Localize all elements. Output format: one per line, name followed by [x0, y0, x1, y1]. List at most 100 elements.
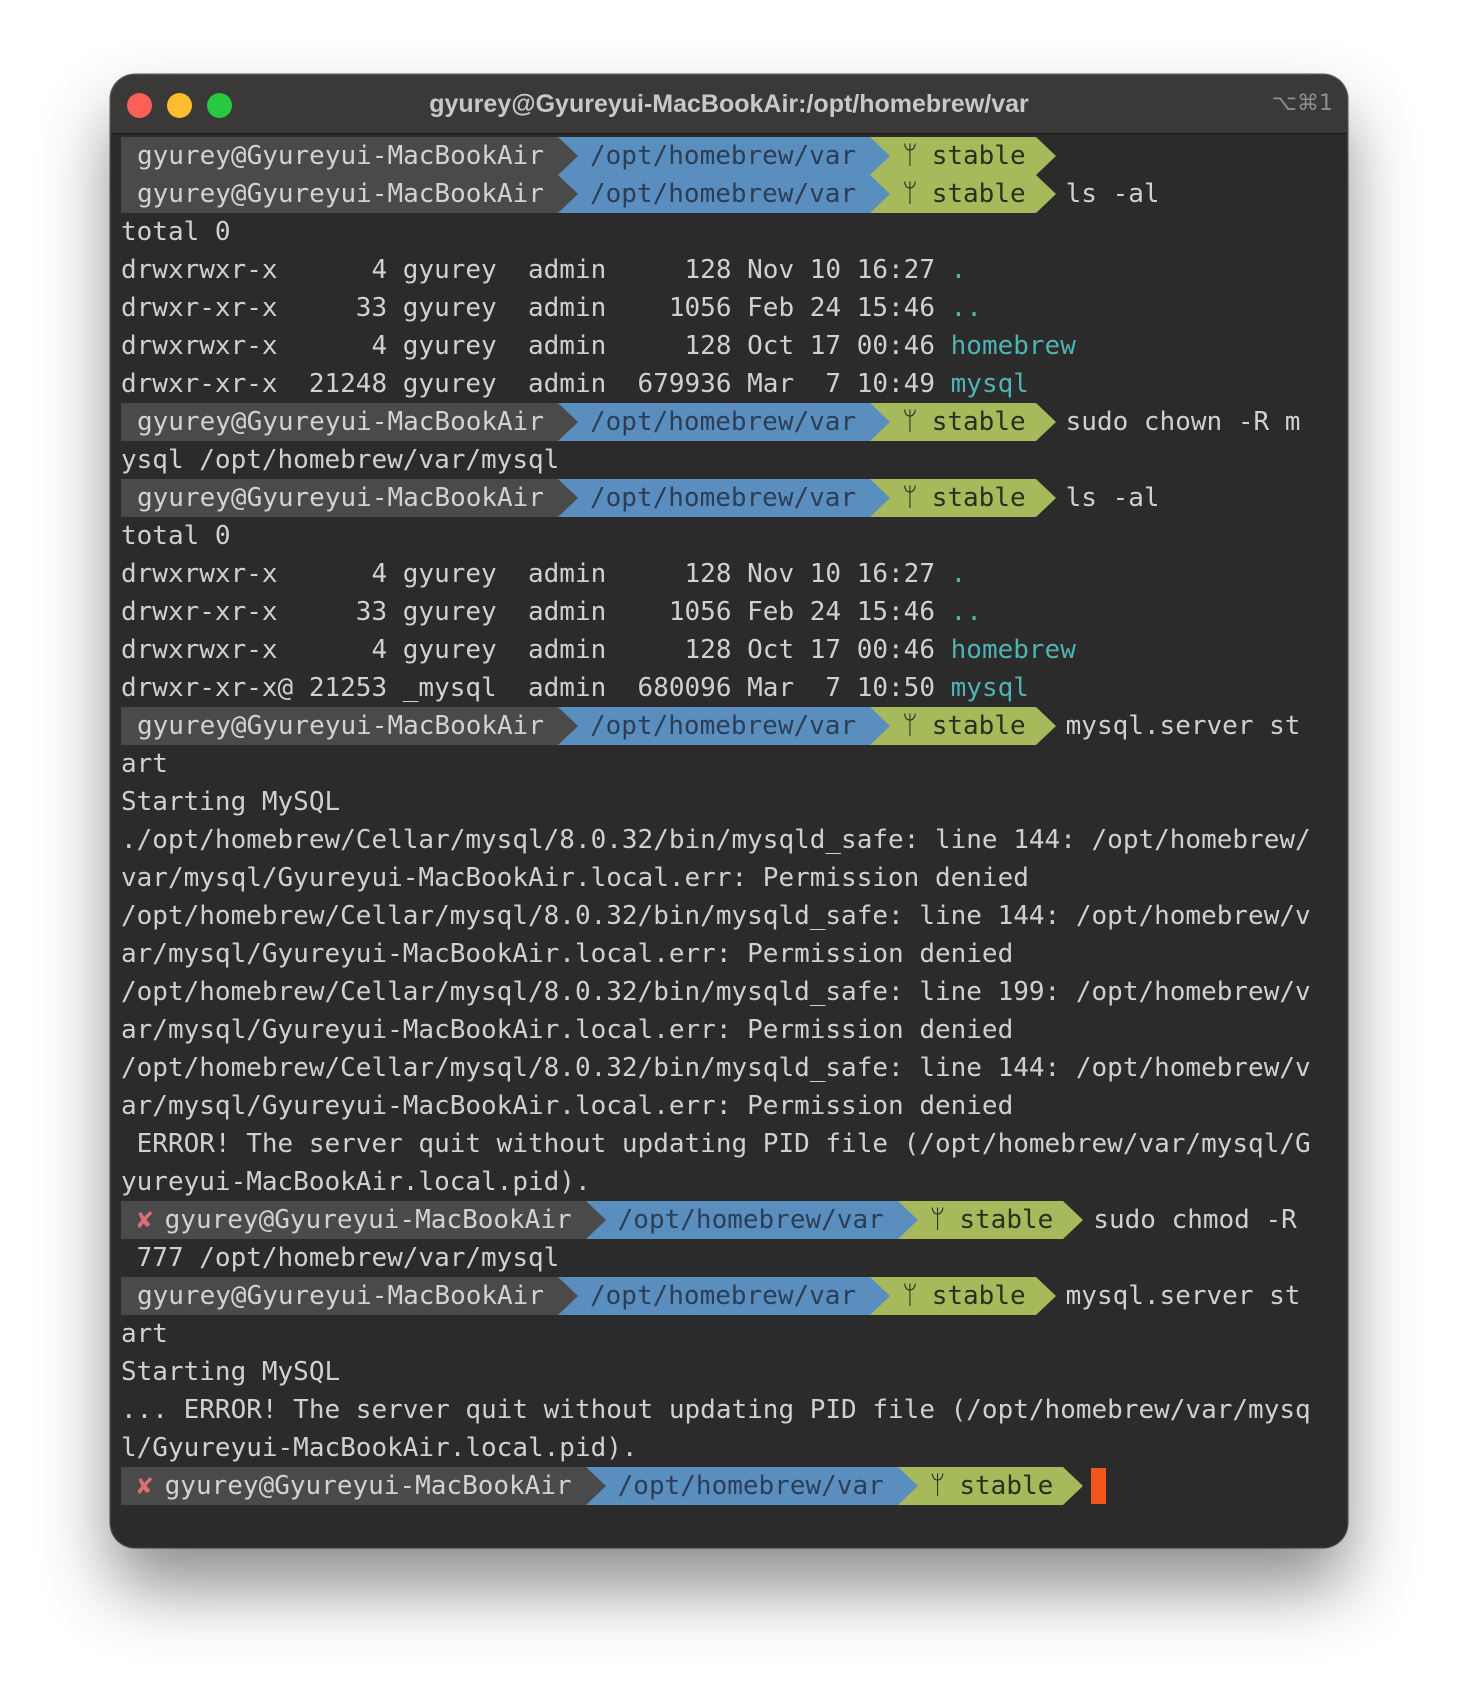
segment-separator: [870, 707, 891, 745]
git-branch-icon: ᛘ: [902, 711, 918, 741]
ls-entry-name: homebrew: [950, 331, 1076, 361]
output-line: drwxr-xr-x 33 gyurey admin 1056 Feb 24 1…: [121, 593, 1341, 631]
prompt-path-segment: /opt/homebrew/var: [585, 1201, 918, 1239]
prompt-path-segment: /opt/homebrew/var: [558, 479, 891, 517]
output-line: art: [121, 1315, 1341, 1353]
terminal-output[interactable]: gyurey@Gyureyui-MacBookAir/opt/homebrew/…: [121, 137, 1341, 1505]
prompt-user: gyurey@Gyureyui-MacBookAir: [137, 1281, 544, 1311]
segment-separator: [585, 1201, 606, 1239]
prompt-user: gyurey@Gyureyui-MacBookAir: [164, 1471, 572, 1501]
segment-separator: [1035, 1277, 1056, 1315]
prompt-path-segment: /opt/homebrew/var: [558, 1277, 891, 1315]
prompt-branch-segment: ᛘ stable: [870, 479, 1056, 517]
title-bar[interactable]: gyurey@Gyureyui-MacBookAir:/opt/homebrew…: [111, 75, 1347, 134]
prompt-path-segment: /opt/homebrew/var: [558, 707, 891, 745]
output-line: Starting MySQL: [121, 1353, 1341, 1391]
prompt-user: gyurey@Gyureyui-MacBookAir: [137, 179, 544, 209]
command-text: mysql.server st: [1065, 1281, 1301, 1311]
output-text: l/Gyureyui-MacBookAir.local.pid).: [121, 1433, 638, 1463]
ls-entry-meta: drwxrwxr-x 4 gyurey admin 128 Nov 10 16:…: [121, 559, 951, 589]
output-text: art: [121, 749, 168, 779]
output-text: var/mysql/Gyureyui-MacBookAir.local.err:…: [121, 863, 1029, 893]
prompt-user-segment: ✘ gyurey@Gyureyui-MacBookAir: [121, 1467, 606, 1505]
output-line: drwxrwxr-x 4 gyurey admin 128 Nov 10 16:…: [121, 251, 1341, 289]
ls-entry-meta: drwxr-xr-x 21248 gyurey admin 679936 Mar…: [121, 369, 951, 399]
prompt-branch: stable: [931, 711, 1026, 741]
git-branch-icon: ᛘ: [902, 179, 918, 209]
prompt-user: gyurey@Gyureyui-MacBookAir: [137, 141, 544, 171]
ls-entry-meta: drwxr-xr-x 33 gyurey admin 1056 Feb 24 1…: [121, 597, 951, 627]
prompt-user: gyurey@Gyureyui-MacBookAir: [137, 407, 544, 437]
prompt-branch: stable: [931, 179, 1026, 209]
segment-separator: [870, 137, 891, 175]
output-line: ar/mysql/Gyureyui-MacBookAir.local.err: …: [121, 1011, 1341, 1049]
ls-entry-name: ..: [950, 597, 982, 627]
output-line: drwxrwxr-x 4 gyurey admin 128 Nov 10 16:…: [121, 555, 1341, 593]
prompt-path: /opt/homebrew/var: [590, 1281, 857, 1311]
output-line: ar/mysql/Gyureyui-MacBookAir.local.err: …: [121, 935, 1341, 973]
prompt-path: /opt/homebrew/var: [590, 407, 857, 437]
output-line: yureyui-MacBookAir.local.pid).: [121, 1163, 1341, 1201]
prompt-branch-segment: ᛘ stable: [870, 175, 1056, 213]
output-line: drwxr-xr-x@ 21253 _mysql admin 680096 Ma…: [121, 669, 1341, 707]
prompt-path: /opt/homebrew/var: [590, 711, 857, 741]
segment-separator: [558, 1277, 578, 1315]
command-text: sudo chmod -R: [1093, 1205, 1297, 1235]
command-text: mysql.server st: [1065, 711, 1301, 741]
output-text: /opt/homebrew/Cellar/mysql/8.0.32/bin/my…: [121, 1053, 1311, 1083]
prompt-user-segment: gyurey@Gyureyui-MacBookAir: [121, 137, 578, 175]
prompt-user-segment: ✘ gyurey@Gyureyui-MacBookAir: [121, 1201, 606, 1239]
prompt-branch: stable: [959, 1471, 1054, 1501]
prompt-path: /opt/homebrew/var: [590, 141, 857, 171]
output-text: ... ERROR! The server quit without updat…: [121, 1395, 1311, 1425]
text-cursor[interactable]: [1091, 1468, 1107, 1504]
ls-entry-meta: drwxr-xr-x@ 21253 _mysql admin 680096 Ma…: [121, 673, 951, 703]
prompt-user-segment: gyurey@Gyureyui-MacBookAir: [121, 479, 578, 517]
output-line: /opt/homebrew/Cellar/mysql/8.0.32/bin/my…: [121, 973, 1341, 1011]
prompt-user: gyurey@Gyureyui-MacBookAir: [164, 1205, 572, 1235]
prompt-branch: stable: [931, 1281, 1026, 1311]
prompt-branch: stable: [931, 483, 1026, 513]
output-line: drwxrwxr-x 4 gyurey admin 128 Oct 17 00:…: [121, 327, 1341, 365]
output-text: ar/mysql/Gyureyui-MacBookAir.local.err: …: [121, 1091, 1014, 1121]
segment-separator: [1063, 1467, 1084, 1505]
segment-separator: [558, 137, 578, 175]
prompt-user-segment: gyurey@Gyureyui-MacBookAir: [121, 707, 578, 745]
segment-separator: [870, 403, 891, 441]
prompt-line: gyurey@Gyureyui-MacBookAir/opt/homebrew/…: [121, 479, 1341, 517]
segment-separator: [897, 1201, 918, 1239]
output-text: /opt/homebrew/Cellar/mysql/8.0.32/bin/my…: [121, 977, 1311, 1007]
ls-entry-name: ..: [950, 293, 982, 323]
output-text: ar/mysql/Gyureyui-MacBookAir.local.err: …: [121, 939, 1014, 969]
output-text: total 0: [121, 521, 231, 551]
output-line: Starting MySQL: [121, 783, 1341, 821]
prompt-user-segment: gyurey@Gyureyui-MacBookAir: [121, 403, 578, 441]
output-line: ar/mysql/Gyureyui-MacBookAir.local.err: …: [121, 1087, 1341, 1125]
segment-separator: [1063, 1201, 1084, 1239]
output-line: drwxr-xr-x 21248 gyurey admin 679936 Mar…: [121, 365, 1341, 403]
output-text: Starting MySQL: [121, 787, 341, 817]
ls-entry-name: .: [950, 255, 967, 285]
prompt-path: /opt/homebrew/var: [590, 483, 857, 513]
prompt-path: /opt/homebrew/var: [590, 179, 857, 209]
output-text: ERROR! The server quit without updating …: [121, 1129, 1311, 1159]
git-branch-icon: ᛘ: [929, 1205, 946, 1235]
prompt-branch: stable: [931, 141, 1026, 171]
ls-entry-name: mysql: [950, 673, 1029, 703]
prompt-user-segment: gyurey@Gyureyui-MacBookAir: [121, 1277, 578, 1315]
output-line: var/mysql/Gyureyui-MacBookAir.local.err:…: [121, 859, 1341, 897]
prompt-line: gyurey@Gyureyui-MacBookAir/opt/homebrew/…: [121, 403, 1341, 441]
ls-entry-name: .: [950, 559, 967, 589]
segment-separator: [1035, 479, 1056, 517]
terminal-window: gyurey@Gyureyui-MacBookAir:/opt/homebrew…: [111, 75, 1347, 1547]
prompt-line: gyurey@Gyureyui-MacBookAir/opt/homebrew/…: [121, 137, 1341, 175]
output-text: ar/mysql/Gyureyui-MacBookAir.local.err: …: [121, 1015, 1014, 1045]
output-text: ysql /opt/homebrew/var/mysql: [121, 445, 560, 475]
output-text: art: [121, 1319, 168, 1349]
prompt-branch-segment: ᛘ stable: [870, 707, 1056, 745]
output-line: 777 /opt/homebrew/var/mysql: [121, 1239, 1341, 1277]
git-branch-icon: ᛘ: [929, 1471, 946, 1501]
prompt-branch-segment: ᛘ stable: [897, 1201, 1084, 1239]
output-text: ./opt/homebrew/Cellar/mysql/8.0.32/bin/m…: [121, 825, 1311, 855]
segment-separator: [1035, 707, 1056, 745]
